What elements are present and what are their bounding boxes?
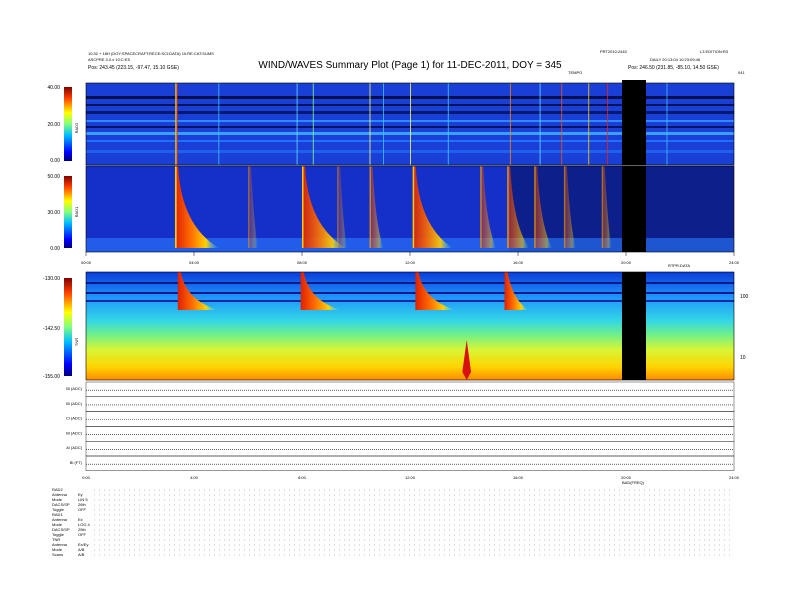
rad2-streak — [447, 83, 449, 165]
ts-channel-label: Bl (ADC) — [66, 430, 82, 435]
rad2-streak — [666, 83, 668, 165]
rad2-streak — [561, 83, 563, 165]
mid-tag: TEMPO — [568, 70, 582, 75]
rad1-x-tick-label: 16:00 — [513, 260, 524, 265]
ts-channel-label: Al (ADC) — [66, 445, 82, 450]
ts-x-tick-label: 0:00 — [82, 475, 91, 480]
rad2-streak — [509, 83, 511, 165]
ts-channel-label: Bl (ADC) — [66, 386, 82, 391]
plot-title: WIND/WAVES Summary Plot (Page 1) for 11-… — [258, 60, 562, 71]
tnr-right-tick-10: 10 — [740, 355, 746, 361]
right-info-1: PRT2010:2440 — [600, 49, 628, 54]
rad2-streak — [539, 83, 541, 165]
rad1-burst-core — [248, 166, 250, 248]
tnr-ytick-bottom: -155.00 — [43, 374, 60, 380]
rad1-ytick-mid: 30.00 — [47, 210, 60, 216]
data-gap-tnr — [622, 272, 646, 380]
rad1-ytick-bottom: 0.00 — [50, 246, 60, 252]
rad1-ytick-top: 50.00 — [47, 174, 60, 180]
status-value: OFF — [78, 532, 87, 537]
rad1-ylabel: RAD1 — [74, 206, 79, 217]
data-gap-rad1 — [622, 166, 646, 252]
ts-channel-label: Bl (FT) — [70, 460, 83, 465]
rad1-burst-core — [302, 166, 304, 248]
timeseries-panels: Bl (ADC) Bl (ADC) Cl (ADC) Bl (ADC) Al (ADC)… — [66, 381, 735, 472]
position-left: Pos: 243.45 (223.15, -97.47, 15.10 GSE) — [88, 65, 179, 71]
rad1-burst-core — [507, 166, 509, 248]
rad1-panel: RAD1 50.00 30.00 0.00 00:00 04:00 08:00 12:… — [47, 165, 740, 268]
status-label: Scans — [52, 552, 63, 557]
status-table: RAD2Antenna EyMode LIN 5DACS/SP 26thToggle O… — [52, 487, 734, 557]
ts-channel-label: Bl (ADC) — [66, 401, 82, 406]
ts-x-extra-label: BAD(FREQ) — [622, 480, 645, 485]
summary-plot: WIND/WAVES Summary Plot (Page 1) for 11-… — [43, 49, 749, 557]
rad2-ytick-mid: 20.00 — [47, 122, 60, 128]
tnr-right-tick-100: 100 — [740, 294, 749, 300]
rad1-burst-core — [480, 166, 482, 248]
rad1-burst-core — [337, 166, 339, 248]
position-right: Pos: 246.50 (231.85, -85.10, 14.50 GSE) — [628, 65, 719, 71]
tnr-ytick-mid: -142.50 — [43, 326, 60, 332]
rad2-streak — [410, 83, 411, 165]
rad2-streak — [312, 83, 314, 165]
rad1-x-axis: 00:00 04:00 08:00 12:00 16:00 20:00 24:00 — [81, 252, 740, 265]
ts-panel — [85, 441, 735, 457]
rad2-streak — [369, 83, 371, 165]
ts-panel — [85, 455, 735, 472]
rad1-x-tick-label: 12:00 — [405, 260, 416, 265]
rad1-burst-core — [601, 166, 604, 248]
rad1-x-tick-label: 04:00 — [189, 260, 200, 265]
rad1-x-tick-label: 20:00 — [621, 260, 632, 265]
ts-panel — [85, 381, 735, 398]
rad2-ylabel: RAD2 — [74, 122, 79, 133]
status-value: A/B — [78, 552, 85, 557]
rad2-streak — [383, 83, 384, 165]
rad1-colorbar — [64, 176, 72, 248]
rad1-burst-core — [534, 166, 536, 248]
tnr-ytick-top: -130.00 — [43, 276, 60, 282]
rad2-streak — [296, 83, 298, 165]
right-info-3: DAILY 20:13:04 10:23:09:46 — [650, 57, 701, 62]
rad1-burst-core — [175, 166, 177, 248]
rad2-streak — [176, 83, 178, 165]
rad2-ytick-top: 40.00 — [47, 85, 60, 91]
ts-panel — [85, 411, 735, 427]
rad1-x-tick-label: 08:00 — [297, 260, 308, 265]
ts-channel-label: Cl (ADC) — [66, 416, 83, 421]
rad1-x-extra-label: RTPR:DATA — [668, 263, 690, 268]
rad2-streak — [588, 83, 590, 165]
ts-x-tick-label: 8:00 — [298, 475, 307, 480]
ts-panel — [85, 426, 735, 442]
orbit-info-line-2: ASCPRE 3.0.x 10:C:E5 — [88, 57, 131, 62]
tnr-panel: TNR -130.00 -142.50 -155.00 100 10 — [43, 271, 749, 381]
rad1-x-tick-label: 24:00 — [729, 260, 740, 265]
rad2-colorbar — [64, 87, 72, 161]
status-value: OFF — [78, 507, 87, 512]
rad1-burst-core — [412, 166, 415, 248]
rad1-burst-core — [563, 166, 566, 248]
rad1-burst-core — [369, 166, 371, 248]
tnr-ylabel: TNR — [74, 338, 79, 346]
ts-x-tick-label: 4:00 — [190, 475, 199, 480]
orbit-info-line-1: 10:32 + 18H (DOY:SPACECRAFT:RECE:SCI:DAT… — [88, 51, 214, 56]
rad2-streak — [218, 83, 220, 165]
ts-x-tick-label: 12:00 — [405, 475, 416, 480]
tnr-colorbar — [64, 278, 72, 376]
rad2-ytick-bottom: 0.00 — [50, 158, 60, 164]
ts-x-tick-label: 16:00 — [513, 475, 524, 480]
ts-panel — [85, 396, 735, 412]
right-info-2: L3 EDITION:R3 — [700, 49, 729, 54]
rad2-panel: RAD2 40.00 20.00 0.00 — [47, 80, 735, 166]
ts-x-tick-label: 24:00 — [729, 475, 740, 480]
data-gap — [622, 80, 646, 165]
rad1-x-tick-label: 00:00 — [81, 260, 92, 265]
right-tag: 041 — [738, 70, 745, 75]
rad2-streak — [607, 83, 609, 165]
